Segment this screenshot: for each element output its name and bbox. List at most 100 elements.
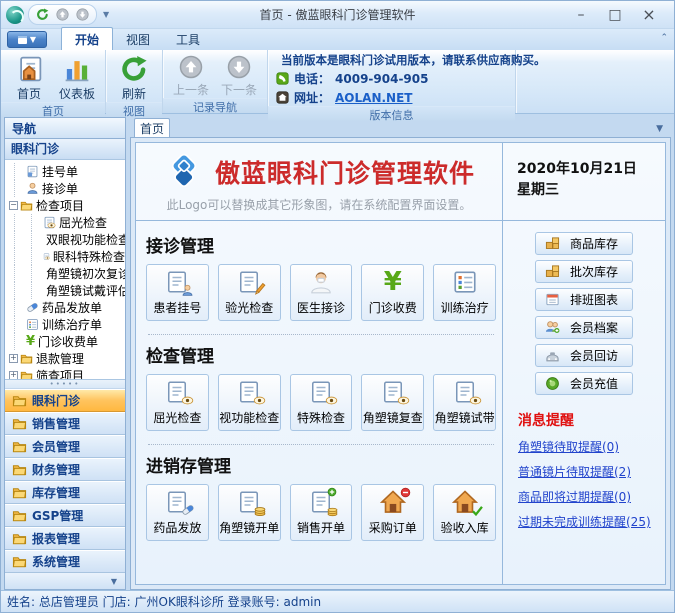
- optometry-exam-button[interactable]: 验光检查: [218, 264, 281, 321]
- tree-item-clinic-charge[interactable]: ¥门诊收费单: [9, 333, 125, 350]
- minimize-button[interactable]: –: [564, 4, 598, 26]
- member-recharge-button[interactable]: 会员充值: [535, 372, 633, 395]
- reminder-link-overdue-training[interactable]: 过期未完成训练提醒(25): [518, 513, 665, 530]
- ribbon-group-home: 首页 仪表板 首页: [1, 50, 106, 113]
- sales-order-button[interactable]: 销售开单: [290, 484, 353, 541]
- status-bar: 姓名: 总店管理员 门店: 广州OK眼科诊所 登录账号: admin: [1, 590, 674, 612]
- maximize-button[interactable]: □: [598, 4, 632, 26]
- nav-finance-management[interactable]: 财务管理: [5, 458, 125, 481]
- coins-icon: [253, 503, 267, 517]
- module-nav-buttons: 眼科门诊 销售管理 会员管理 财务管理 库存管理 GSP管理 报表管理 系统管理: [5, 389, 125, 573]
- receive-stock-button[interactable]: 验收入库: [433, 484, 496, 541]
- nav-inventory-management[interactable]: 库存管理: [5, 481, 125, 504]
- expand-icon[interactable]: +: [9, 354, 18, 363]
- nav-ophthalmology-clinic[interactable]: 眼科门诊: [5, 389, 125, 412]
- home-content: 傲蓝眼科门诊管理软件 此Logo可以替换成其它形象图，请在系统配置界面设置。 2…: [135, 142, 666, 585]
- tab-home-document[interactable]: 首页: [134, 118, 170, 137]
- tree-item-reception[interactable]: 接诊单: [9, 180, 125, 197]
- drug-dispense-button[interactable]: 药品发放: [146, 484, 209, 541]
- clinic-charge-button[interactable]: ¥ 门诊收费: [361, 264, 424, 321]
- tree-item-drug-dispense[interactable]: 药品发放单: [9, 299, 125, 316]
- tree-item-refund-management[interactable]: +退款管理: [9, 350, 125, 367]
- tab-view[interactable]: 视图: [113, 28, 163, 50]
- sidebar-footer[interactable]: ▼: [5, 573, 125, 589]
- schedule-chart-button[interactable]: 排班图表: [535, 288, 633, 311]
- quick-access-dropdown-icon[interactable]: ▼: [103, 10, 109, 19]
- pill-icon: [26, 301, 39, 314]
- nav-system-management[interactable]: 系统管理: [5, 550, 125, 573]
- logo-caption: 此Logo可以替换成其它形象图，请在系统配置界面设置。: [167, 196, 472, 213]
- nav-sales-management[interactable]: 销售管理: [5, 412, 125, 435]
- reminder-link-product-expiry[interactable]: 商品即将过期提醒(0): [518, 488, 665, 505]
- collapse-icon[interactable]: −: [9, 201, 18, 210]
- tree-item-special-exam[interactable]: 眼科特殊检查: [9, 248, 125, 265]
- sidebar-splitter[interactable]: •••••: [5, 380, 125, 389]
- next-record-button[interactable]: 下一条: [217, 53, 261, 98]
- website-row: 网址： AOLAN.NET: [276, 89, 505, 106]
- refresh-quick-button[interactable]: [34, 6, 51, 23]
- phone-icon: [276, 72, 289, 85]
- date-block: 2020年10月21日 星期三: [502, 143, 665, 220]
- tree-item-screening-projects[interactable]: +筛查项目: [9, 367, 125, 379]
- phone-row: 电话： 4009-904-905: [276, 70, 505, 87]
- folder-icon: [12, 393, 27, 408]
- training-therapy-button[interactable]: 训练治疗: [433, 264, 496, 321]
- weekday-text: 星期三: [517, 180, 665, 201]
- folder-icon: [12, 531, 27, 546]
- person-icon: [26, 182, 39, 195]
- doctor-reception-button[interactable]: 医生接诊: [290, 264, 353, 321]
- tree-item-orthok-first-revisit[interactable]: 角塑镜初次复诊: [9, 265, 125, 282]
- tree-item-orthok-trial-eval[interactable]: 角塑镜试戴评估: [9, 282, 125, 299]
- tab-tools[interactable]: 工具: [163, 28, 213, 50]
- date-text: 2020年10月21日: [517, 159, 665, 180]
- ribbon-tab-row: ▼ 开始 视图 工具 ⌃: [1, 29, 674, 50]
- logo-title: 傲蓝眼科门诊管理软件: [215, 154, 475, 190]
- home-button[interactable]: 首页: [7, 53, 51, 102]
- refresh-button[interactable]: 刷新: [112, 53, 156, 102]
- tree-item-registration[interactable]: 挂号单: [9, 163, 125, 180]
- reminder-link-lens-pickup[interactable]: 普通镜片待取提醒(2): [518, 463, 665, 480]
- next-record-quick-button[interactable]: [74, 6, 91, 23]
- navigation-sidebar: 导航 眼科门诊 挂号单 接诊单 −检查项目 屈光检查 双眼视功能检查 眼科特殊检…: [4, 117, 126, 590]
- visual-function-exam-button[interactable]: 视功能检查: [218, 374, 281, 431]
- folder-icon: [20, 199, 33, 212]
- expand-icon[interactable]: +: [9, 371, 18, 379]
- ortho-k-trial-button[interactable]: 角塑镜试带: [433, 374, 496, 431]
- member-callback-button[interactable]: 会员回访: [535, 344, 633, 367]
- folder-icon: [12, 508, 27, 523]
- member-files-button[interactable]: 会员档案: [535, 316, 633, 339]
- folder-icon: [20, 369, 33, 379]
- person-icon: [181, 284, 194, 297]
- website-link[interactable]: AOLAN.NET: [335, 91, 412, 105]
- tab-start[interactable]: 开始: [61, 27, 113, 50]
- ribbon-collapse-icon[interactable]: ⌃: [660, 33, 668, 43]
- ribbon-group-record-nav-label: 记录导航: [163, 98, 267, 113]
- batch-stock-button[interactable]: 批次库存: [535, 260, 633, 283]
- nav-member-management[interactable]: 会员管理: [5, 435, 125, 458]
- folder-icon: [12, 554, 27, 569]
- app-logo-icon: [6, 6, 24, 24]
- tab-list-dropdown-icon[interactable]: ▼: [656, 124, 663, 134]
- ortho-k-order-button[interactable]: 角塑镜开单: [218, 484, 281, 541]
- nav-gsp-management[interactable]: GSP管理: [5, 504, 125, 527]
- title-bar: ▼ 首页 - 傲蓝眼科门诊管理软件 – □ ×: [1, 1, 674, 29]
- application-menu-button[interactable]: ▼: [7, 31, 47, 48]
- reminder-link-orthok-pickup[interactable]: 角塑镜待取提醒(0): [518, 438, 665, 455]
- list-icon: [452, 269, 478, 295]
- prev-record-button[interactable]: 上一条: [169, 53, 213, 98]
- tree-item-refraction-exam[interactable]: 屈光检查: [9, 214, 125, 231]
- close-button[interactable]: ×: [632, 4, 666, 26]
- tree-item-binocular-vision-exam[interactable]: 双眼视功能检查: [9, 231, 125, 248]
- boxes-icon: [545, 236, 560, 251]
- tree-item-training-therapy[interactable]: 训练治疗单: [9, 316, 125, 333]
- prev-record-quick-button[interactable]: [54, 6, 71, 23]
- dashboard-button[interactable]: 仪表板: [55, 53, 99, 102]
- refraction-exam-button[interactable]: 屈光检查: [146, 374, 209, 431]
- product-stock-button[interactable]: 商品库存: [535, 232, 633, 255]
- nav-report-management[interactable]: 报表管理: [5, 527, 125, 550]
- purchase-order-button[interactable]: 采购订单: [361, 484, 424, 541]
- special-exam-button[interactable]: 特殊检查: [290, 374, 353, 431]
- tree-item-exam-projects[interactable]: −检查项目: [9, 197, 125, 214]
- ortho-k-recheck-button[interactable]: 角塑镜复查: [361, 374, 424, 431]
- patient-register-button[interactable]: 患者挂号: [146, 264, 209, 321]
